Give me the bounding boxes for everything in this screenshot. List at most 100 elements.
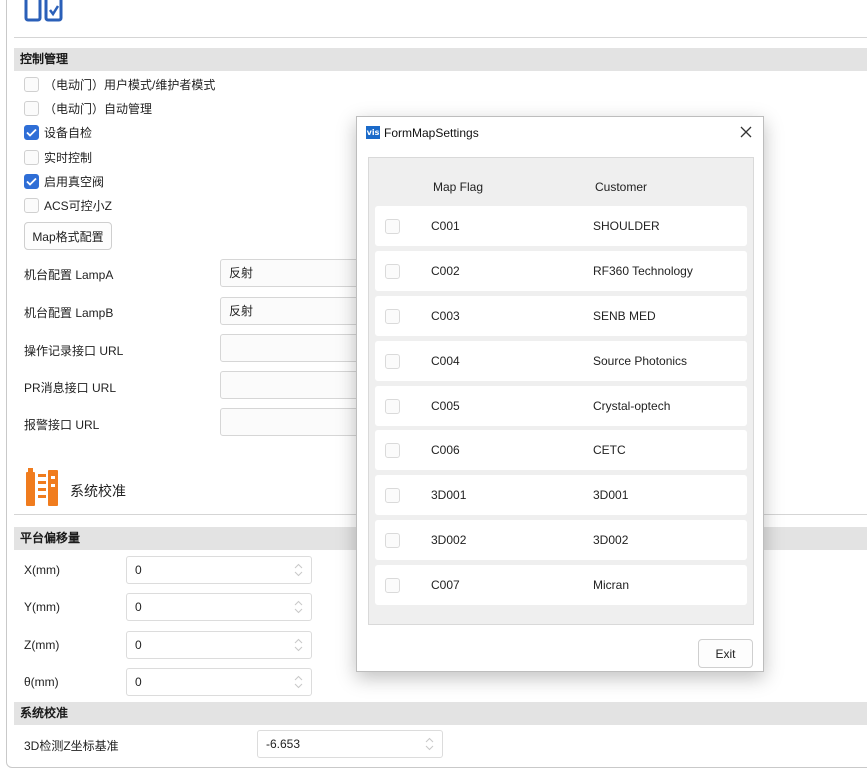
- spinbox-value: 0: [135, 563, 142, 577]
- offset-theta-spinbox[interactable]: 0: [126, 668, 312, 696]
- lampb-select[interactable]: 反射: [220, 297, 370, 325]
- table-row[interactable]: C003 SENB MED: [375, 296, 747, 336]
- z-reference-spinbox[interactable]: -6.653: [257, 730, 443, 758]
- customer-cell: CETC: [593, 443, 626, 457]
- checkbox-label: ACS可控小Z: [44, 198, 113, 213]
- table-row[interactable]: C001 SHOULDER: [375, 206, 747, 246]
- spin-arrows-icon[interactable]: [294, 675, 303, 689]
- row-checkbox[interactable]: [385, 443, 400, 458]
- checkbox-door-auto[interactable]: （电动门）自动管理: [24, 99, 152, 117]
- checkbox-door-mode[interactable]: （电动门）用户模式/维护者模式: [24, 75, 215, 93]
- spin-arrows-icon[interactable]: [294, 563, 303, 577]
- map-flag-cell: C003: [431, 309, 460, 323]
- operation-log-url-label: 操作记录接口 URL: [24, 344, 124, 358]
- spin-arrows-icon[interactable]: [425, 737, 434, 751]
- dialog-titlebar[interactable]: vis FormMapSettings: [357, 117, 763, 148]
- grid-header: Map Flag Customer: [369, 158, 753, 204]
- map-flag-cell: C002: [431, 264, 460, 278]
- map-flag-cell: C004: [431, 354, 460, 368]
- spin-arrows-icon[interactable]: [294, 600, 303, 614]
- checkbox-realtime-control[interactable]: 实时控制: [24, 148, 92, 166]
- column-header-map-flag[interactable]: Map Flag: [433, 180, 483, 194]
- calibration-title: 系统校准: [70, 483, 126, 499]
- offset-x-label: X(mm): [24, 563, 60, 577]
- checkbox-box[interactable]: [24, 197, 39, 213]
- pr-message-url-label: PR消息接口 URL: [24, 381, 117, 395]
- row-checkbox[interactable]: [385, 399, 400, 414]
- row-checkbox[interactable]: [385, 219, 400, 234]
- checkbox-acs-small-z[interactable]: ACS可控小Z: [24, 196, 112, 214]
- customer-cell: SENB MED: [593, 309, 656, 323]
- column-header-customer[interactable]: Customer: [595, 180, 647, 194]
- table-row[interactable]: 3D002 3D002: [375, 520, 747, 560]
- map-flag-grid: Map Flag Customer C001 SHOULDER C002 RF3…: [368, 157, 754, 625]
- save-settings-icon[interactable]: [23, 0, 67, 22]
- offset-x-spinbox[interactable]: 0: [126, 556, 312, 584]
- check-icon: [26, 177, 37, 186]
- offset-y-label: Y(mm): [24, 600, 60, 614]
- customer-cell: RF360 Technology: [593, 264, 693, 278]
- checkbox-label: （电动门）用户模式/维护者模式: [44, 77, 216, 92]
- table-row[interactable]: C006 CETC: [375, 430, 747, 470]
- customer-cell: Micran: [593, 578, 630, 592]
- offset-z-spinbox[interactable]: 0: [126, 631, 312, 659]
- map-flag-cell: C001: [431, 219, 460, 233]
- table-row[interactable]: 3D001 3D001: [375, 475, 747, 515]
- system-calibration-section-header: 系统校准: [14, 702, 867, 725]
- spinbox-value: 0: [135, 638, 142, 652]
- customer-cell: 3D001: [593, 488, 629, 502]
- checkbox-self-check[interactable]: 设备自检: [24, 123, 92, 141]
- offset-z-label: Z(mm): [24, 638, 60, 652]
- offset-y-spinbox[interactable]: 0: [126, 593, 312, 621]
- spin-arrows-icon[interactable]: [294, 638, 303, 652]
- checkbox-box[interactable]: [24, 100, 39, 116]
- map-settings-dialog: vis FormMapSettings Map Flag Customer C0…: [356, 116, 764, 672]
- row-checkbox[interactable]: [385, 309, 400, 324]
- table-row[interactable]: C002 RF360 Technology: [375, 251, 747, 291]
- lampa-label: 机台配置 LampA: [24, 268, 114, 282]
- spinbox-value: 0: [135, 600, 142, 614]
- checkbox-label: 实时控制: [44, 150, 93, 165]
- spinbox-value: -6.653: [266, 737, 301, 751]
- checkbox-box[interactable]: [24, 76, 39, 92]
- control-section-header: 控制管理: [14, 48, 867, 71]
- customer-cell: Crystal-optech: [593, 399, 671, 413]
- row-checkbox[interactable]: [385, 354, 400, 369]
- table-row[interactable]: C005 Crystal-optech: [375, 386, 747, 426]
- checkbox-label: 启用真空阀: [44, 174, 105, 189]
- checkbox-vacuum-valve[interactable]: 启用真空阀: [24, 172, 104, 190]
- map-flag-cell: C006: [431, 443, 460, 457]
- map-flag-cell: C007: [431, 578, 460, 592]
- check-icon: [26, 128, 37, 137]
- calibration-tool-icon: [26, 468, 58, 506]
- map-flag-cell: C005: [431, 399, 460, 413]
- spinbox-value: 0: [135, 675, 142, 689]
- lampb-label: 机台配置 LampB: [24, 306, 114, 320]
- close-icon[interactable]: [738, 124, 754, 140]
- map-format-config-button[interactable]: Map格式配置: [24, 222, 112, 250]
- dialog-title: FormMapSettings: [384, 126, 479, 140]
- lampa-select[interactable]: 反射: [220, 259, 370, 287]
- checkbox-label: 设备自检: [44, 125, 93, 140]
- app-icon: vis: [366, 126, 380, 139]
- operation-log-url-input[interactable]: [220, 334, 370, 362]
- z-reference-label: 3D检测Z坐标基准: [24, 739, 119, 753]
- table-row[interactable]: C007 Micran: [375, 565, 747, 605]
- alarm-url-input[interactable]: [220, 408, 370, 436]
- checkbox-label: （电动门）自动管理: [44, 101, 153, 116]
- row-checkbox[interactable]: [385, 264, 400, 279]
- map-flag-cell: 3D001: [431, 488, 467, 502]
- pr-message-url-input[interactable]: [220, 371, 370, 399]
- row-checkbox[interactable]: [385, 488, 400, 503]
- row-checkbox[interactable]: [385, 533, 400, 548]
- checkbox-box[interactable]: [24, 173, 39, 189]
- checkbox-box[interactable]: [24, 149, 39, 165]
- top-divider: [14, 37, 867, 38]
- exit-button[interactable]: Exit: [698, 639, 753, 668]
- customer-cell: Source Photonics: [593, 354, 688, 368]
- row-checkbox[interactable]: [385, 578, 400, 593]
- map-flag-cell: 3D002: [431, 533, 467, 547]
- checkbox-box[interactable]: [24, 124, 39, 140]
- table-row[interactable]: C004 Source Photonics: [375, 341, 747, 381]
- alarm-url-label: 报警接口 URL: [24, 418, 100, 432]
